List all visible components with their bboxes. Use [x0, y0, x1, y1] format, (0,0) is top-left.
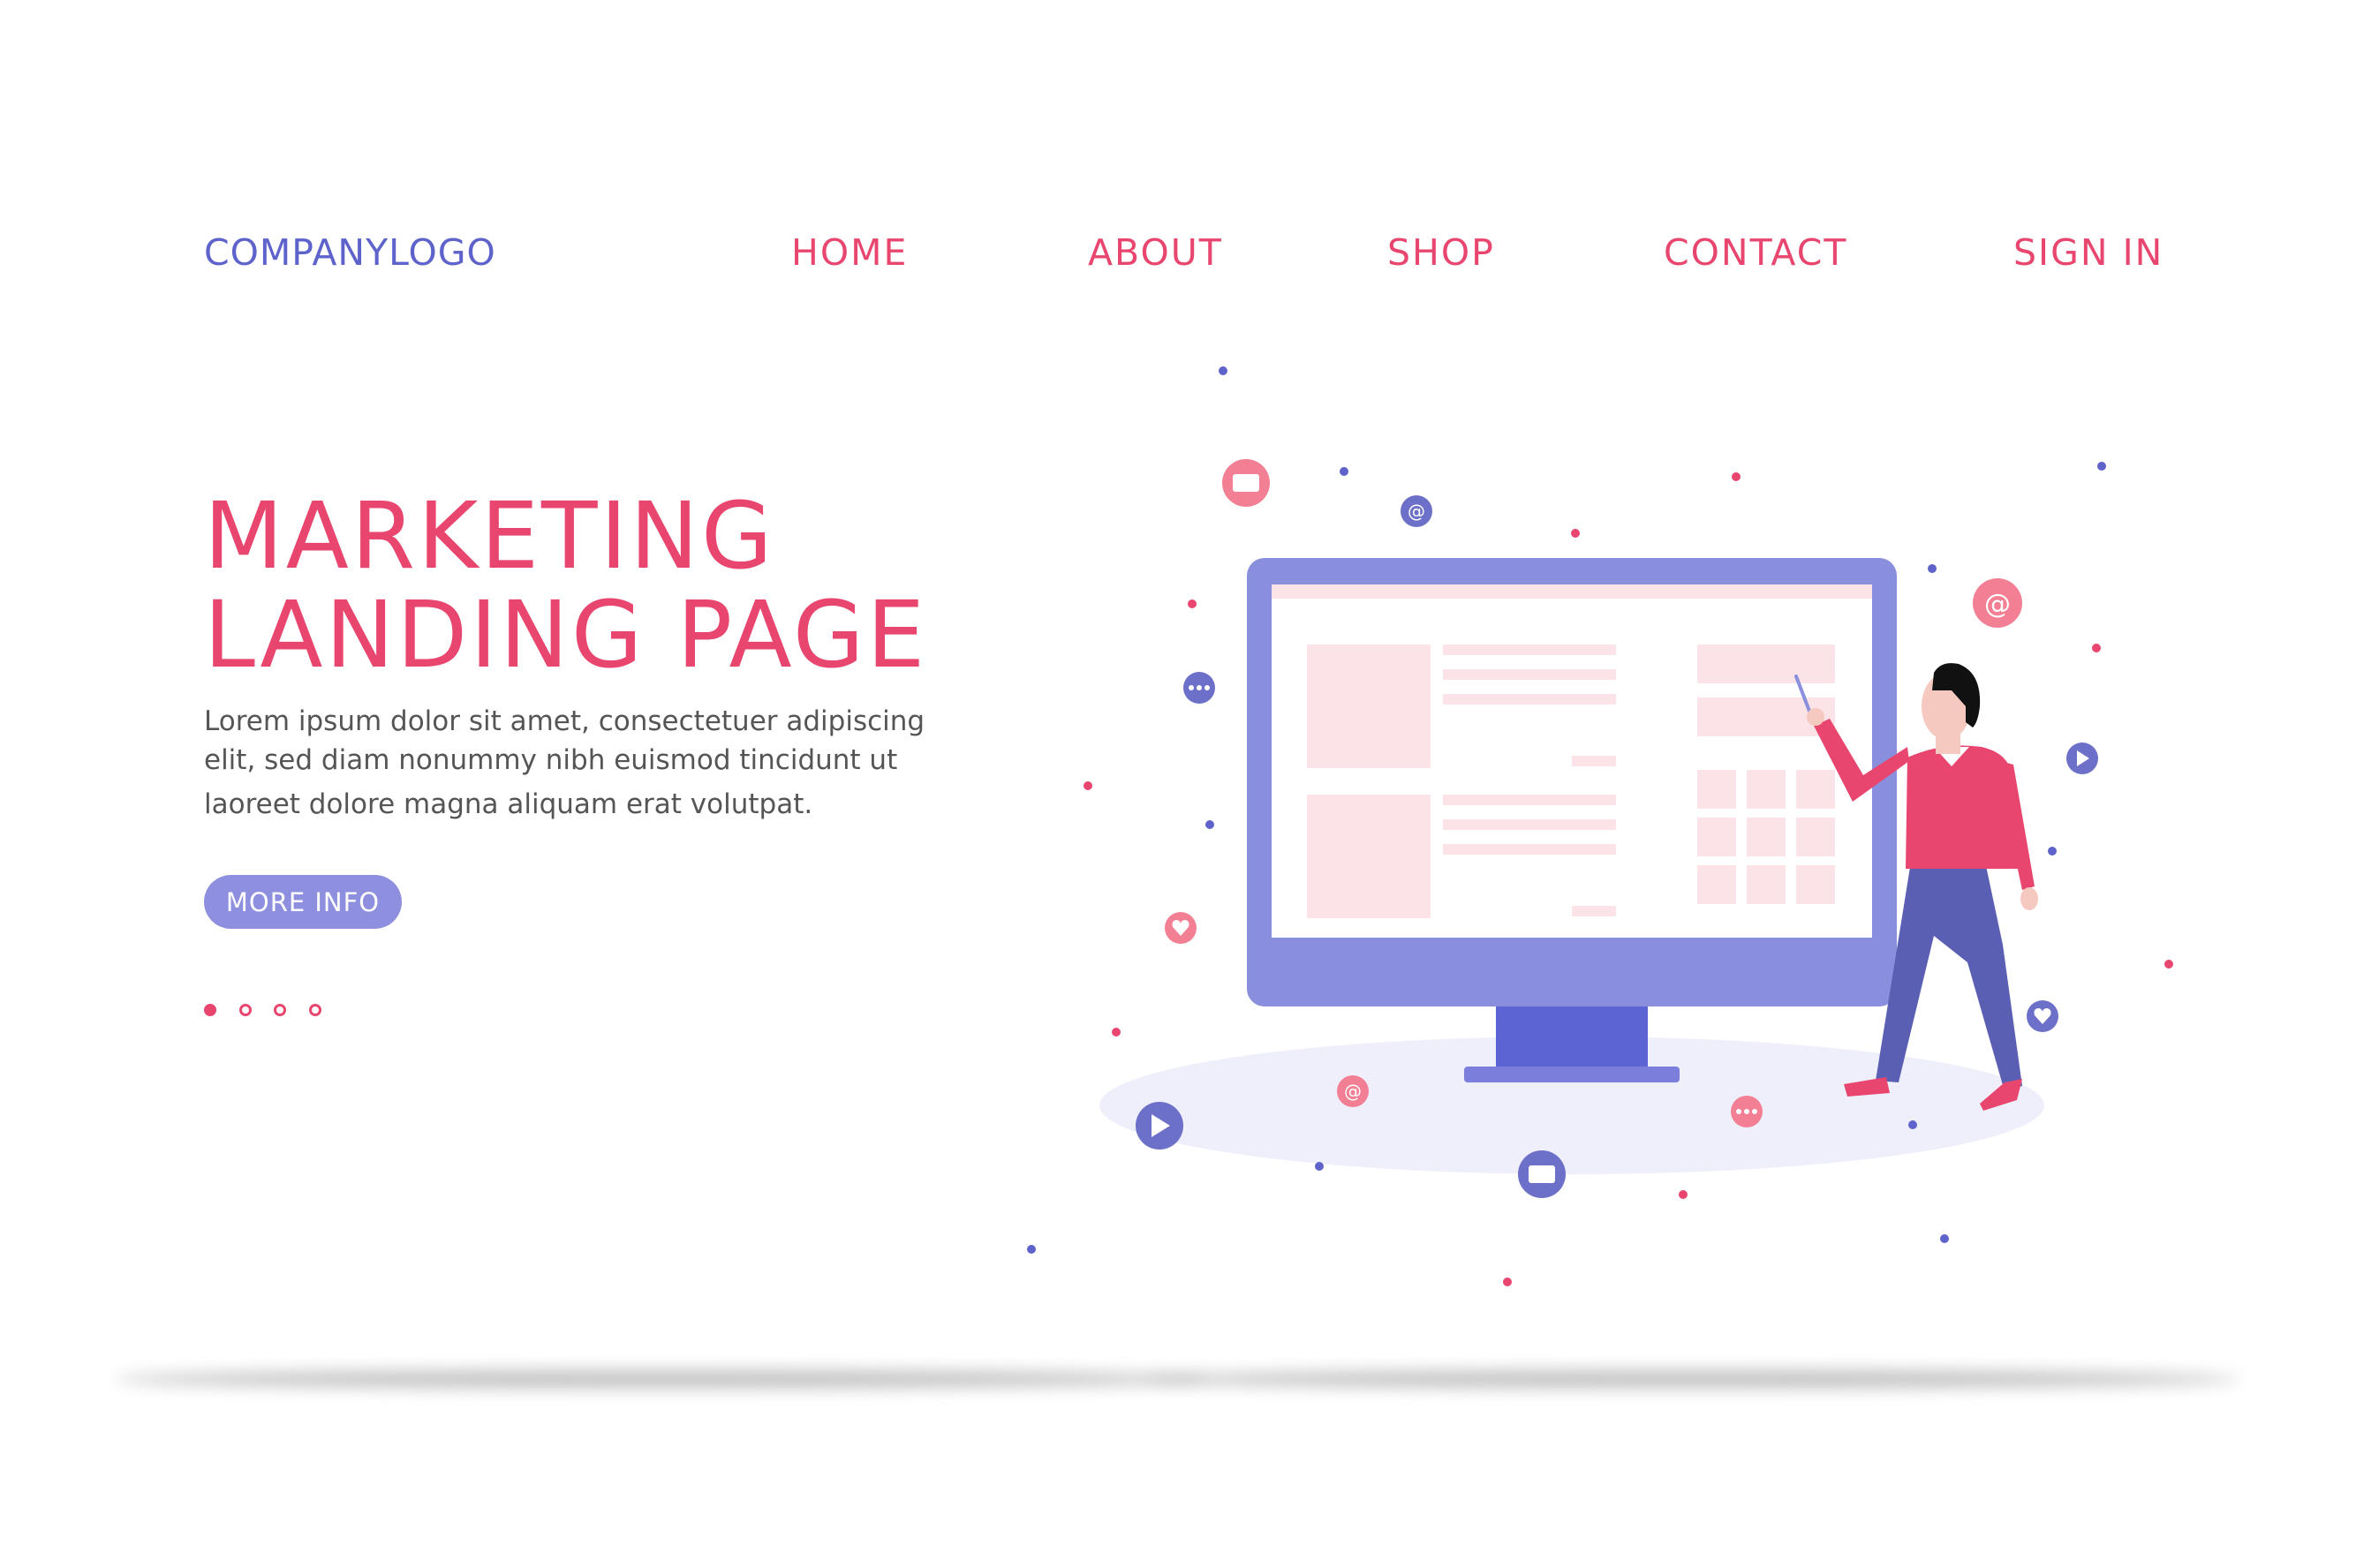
more-dots-icon	[1731, 1096, 1763, 1127]
at-sign-icon: @	[1337, 1075, 1369, 1107]
hero-description-line-3: laoreet dolore magna aliquam erat volutp…	[204, 788, 813, 820]
chat-bubble-icon	[1222, 459, 1270, 507]
play-icon	[1136, 1102, 1183, 1150]
monitor	[1247, 558, 1897, 1006]
hero-title-line-1: MARKETING	[204, 482, 775, 590]
heart-icon	[2027, 1000, 2058, 1032]
hero-title-line-2: LANDING PAGE	[204, 581, 928, 689]
nav-about[interactable]: ABOUT	[1088, 231, 1223, 274]
at-sign-icon: @	[1973, 578, 2022, 628]
at-sign-icon: @	[1401, 495, 1432, 527]
hero-description-line-2: elit, sed diam nonummy nibh euismod tinc…	[204, 744, 898, 776]
svg-text:@: @	[1408, 501, 1425, 522]
nav-contact[interactable]: CONTACT	[1664, 231, 1847, 274]
svg-text:@: @	[1344, 1081, 1362, 1102]
play-icon	[2066, 743, 2098, 774]
carousel-dot-3[interactable]	[274, 1004, 286, 1016]
hero-description-line-1: Lorem ipsum dolor sit amet, consectetuer…	[204, 705, 925, 737]
chat-bubble-icon	[1518, 1150, 1566, 1198]
nav-shop[interactable]: SHOP	[1387, 231, 1495, 274]
nav-home[interactable]: HOME	[791, 231, 908, 274]
monitor-stand-base	[1464, 1067, 1680, 1082]
carousel-dot-4[interactable]	[309, 1004, 321, 1016]
more-dots-icon	[1183, 672, 1215, 704]
page-bottom-shadow	[115, 1370, 2239, 1388]
monitor-stand-neck	[1496, 1001, 1648, 1072]
svg-text:@: @	[1984, 589, 2011, 620]
carousel-dot-2[interactable]	[239, 1004, 252, 1016]
nav-sign-in[interactable]: SIGN IN	[2013, 231, 2163, 274]
heart-icon	[1165, 912, 1197, 944]
carousel-dot-1[interactable]	[204, 1004, 216, 1016]
company-logo[interactable]: COMPANYLOGO	[204, 231, 496, 274]
more-info-button[interactable]: MORE INFO	[204, 875, 402, 929]
